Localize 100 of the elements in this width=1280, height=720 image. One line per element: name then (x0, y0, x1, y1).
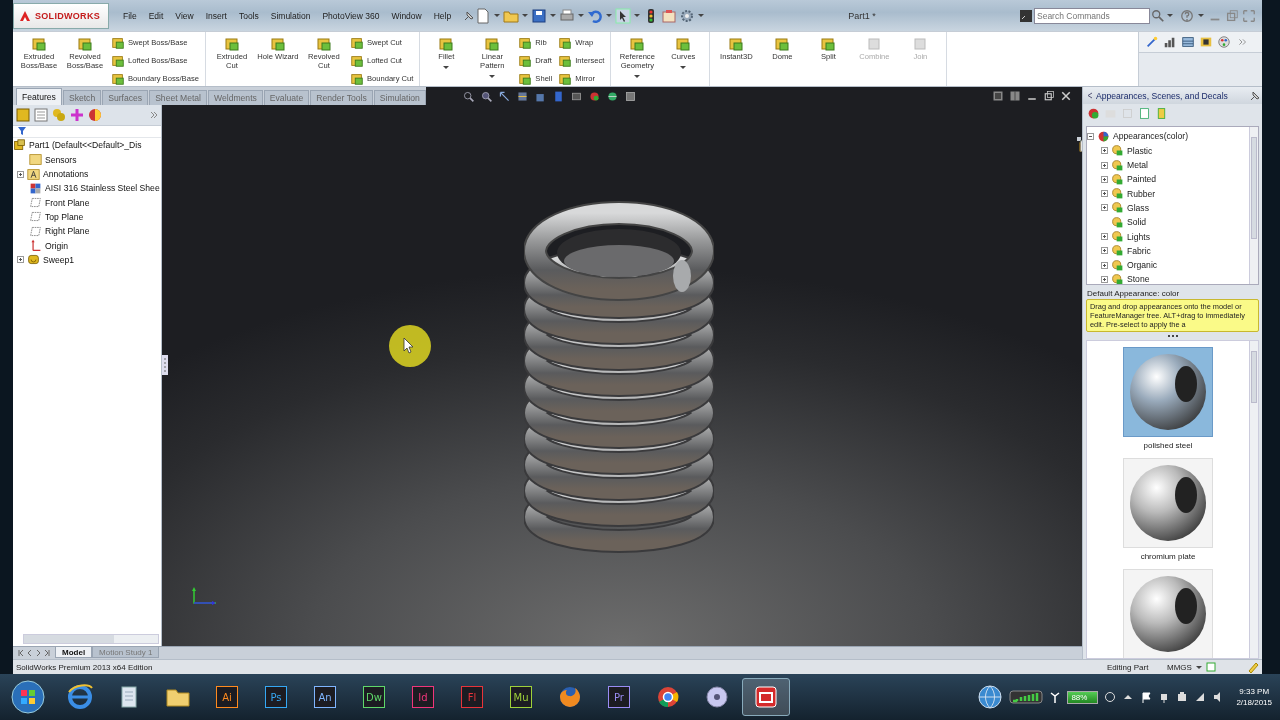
tree-item[interactable]: Sweep1 (43, 254, 75, 265)
help-icon[interactable] (1180, 8, 1194, 23)
taskbar-app-button[interactable]: Ps (252, 678, 300, 716)
options-icon[interactable] (679, 7, 696, 24)
taskbar-app-button[interactable]: Id (399, 678, 447, 716)
chart-icon[interactable] (1163, 35, 1177, 50)
filter-icon[interactable] (17, 126, 27, 137)
units-selector[interactable]: MMGS (1167, 662, 1192, 672)
chevron-icon[interactable] (149, 110, 159, 121)
tree-item[interactable]: Organic (1127, 260, 1158, 271)
caret-icon[interactable] (1197, 13, 1205, 19)
caret-icon[interactable] (1166, 13, 1174, 19)
expand-icon[interactable] (1101, 247, 1108, 255)
circle-toggle-icon[interactable] (1104, 691, 1117, 703)
expand-icon[interactable] (1101, 190, 1108, 198)
caret-icon[interactable] (549, 13, 558, 19)
tile-view-icon[interactable] (1009, 90, 1021, 103)
caret-icon[interactable] (605, 13, 614, 19)
tree-item[interactable]: Appearances(color) (1113, 131, 1188, 142)
save-icon[interactable] (531, 7, 548, 24)
taskbar-app-button[interactable]: Ai (203, 678, 251, 716)
tree-item[interactable]: Metal (1127, 160, 1148, 171)
tree-item[interactable]: Annotations (43, 169, 89, 180)
tooltip-toggle-icon[interactable] (1247, 661, 1259, 674)
tree-item[interactable]: Fabric (1127, 245, 1151, 256)
tree-item[interactable]: Top Plane (45, 211, 84, 222)
splitter-handle-icon[interactable] (1166, 334, 1179, 339)
pin-icon[interactable] (463, 9, 474, 22)
caret-icon[interactable] (697, 13, 706, 19)
appearance-icon[interactable] (587, 89, 601, 103)
tree-item[interactable]: Origin (45, 240, 68, 251)
expand-icon[interactable] (1101, 275, 1108, 283)
expand-icon[interactable] (17, 170, 24, 178)
taskbar-app-button[interactable]: Dw (350, 678, 398, 716)
appearance-swatch[interactable] (1123, 569, 1213, 659)
search-field[interactable]: Search Commands (1034, 7, 1150, 24)
previous-view-icon[interactable] (497, 89, 511, 103)
search-icon[interactable] (1151, 8, 1165, 23)
scene-icon[interactable] (605, 89, 619, 103)
menu-item[interactable]: PhotoView 360 (316, 8, 386, 23)
new-document-icon[interactable] (475, 7, 492, 24)
taskbar-app-button[interactable] (742, 678, 790, 716)
menu-item[interactable]: Insert (199, 8, 233, 23)
horizontal-scrollbar[interactable] (23, 634, 159, 645)
pin-icon[interactable] (1249, 89, 1259, 102)
vertical-scrollbar[interactable] (1249, 127, 1258, 285)
caret-icon[interactable] (521, 13, 530, 19)
expand-icon[interactable] (1101, 161, 1108, 169)
model-tab[interactable]: Model (55, 647, 93, 659)
expand-icon[interactable] (1101, 261, 1108, 269)
tree-item[interactable]: Painted (1127, 174, 1157, 185)
menu-item[interactable]: File (117, 8, 143, 23)
split-view-icon[interactable] (992, 90, 1004, 103)
menu-item[interactable]: Window (385, 8, 428, 23)
menu-item[interactable]: Tools (232, 8, 265, 23)
zoom-fit-icon[interactable] (461, 89, 475, 103)
expand-icon[interactable] (1101, 147, 1108, 155)
tab-navigation-icon[interactable] (17, 649, 51, 658)
close-icon[interactable] (1060, 90, 1072, 103)
tree-item[interactable]: Sensors (45, 154, 77, 165)
tree-item[interactable]: Right Plane (45, 226, 90, 237)
signal-icon[interactable] (1194, 691, 1207, 703)
command-tab[interactable]: Features (16, 88, 62, 106)
tree-item[interactable]: Plastic (1127, 145, 1153, 156)
expand-icon[interactable] (1101, 204, 1108, 212)
section-view-icon[interactable] (515, 89, 529, 103)
tree-item[interactable]: Front Plane (45, 197, 90, 208)
menu-item[interactable]: Simulation (264, 8, 317, 23)
appearance-icon[interactable] (1087, 106, 1100, 120)
tree-item[interactable]: Glass (1127, 202, 1149, 213)
menu-item[interactable]: Help (427, 8, 458, 23)
menu-item[interactable]: View (169, 8, 200, 23)
tree-item[interactable]: Stone (1127, 274, 1150, 285)
start-orb-icon[interactable] (10, 679, 46, 715)
flag-icon[interactable] (1140, 691, 1153, 703)
taskbar-app-button[interactable]: Fl (448, 678, 496, 716)
palette-icon[interactable] (1217, 35, 1231, 50)
restore-icon[interactable] (1043, 90, 1055, 103)
taskbar-app-button[interactable]: Mu (497, 678, 545, 716)
caret-icon[interactable] (577, 13, 586, 19)
tree-item[interactable]: Rubber (1127, 188, 1156, 199)
network-icon[interactable] (1049, 690, 1062, 704)
caret-icon[interactable] (633, 13, 642, 19)
table-icon[interactable] (1181, 35, 1195, 50)
expand-icon[interactable] (17, 256, 24, 264)
expand-icon[interactable] (1101, 233, 1108, 240)
globe-icon[interactable] (977, 684, 1004, 710)
signal-bars-icon[interactable] (1009, 690, 1044, 704)
battery-icon[interactable] (1176, 691, 1189, 703)
caret-icon[interactable] (1194, 664, 1203, 670)
taskbar-app-button[interactable]: Pr (595, 678, 643, 716)
resize-handle-icon[interactable] (162, 355, 168, 376)
tree-item[interactable]: Part1 (Default<<Default>_Dis (29, 140, 142, 151)
vertical-scrollbar[interactable] (1249, 341, 1258, 659)
tree-item[interactable]: Solid (1127, 217, 1147, 228)
print-icon[interactable] (559, 7, 576, 24)
command-icon[interactable] (1019, 8, 1033, 23)
caret-icon[interactable] (493, 13, 502, 19)
tree-item[interactable]: AISI 316 Stainless Steel Shee (45, 183, 160, 194)
expand-icon[interactable] (1101, 175, 1108, 183)
